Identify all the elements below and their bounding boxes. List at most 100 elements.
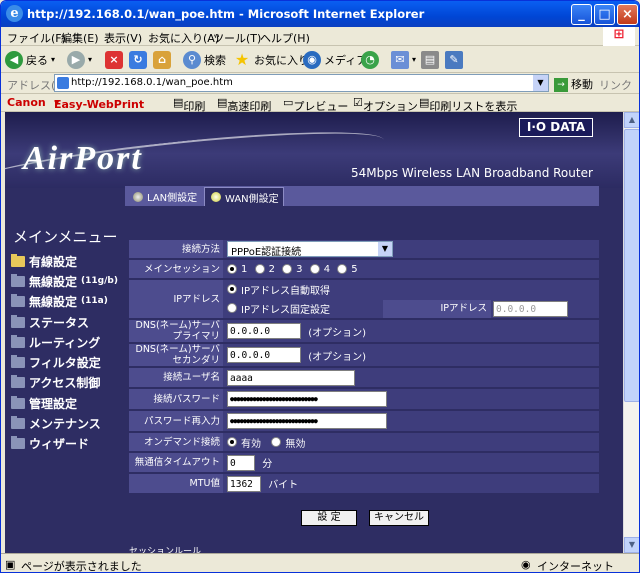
session-radio-3[interactable] (282, 264, 293, 274)
folder-icon (11, 354, 25, 368)
canon-print-list-button[interactable]: ▤ 印刷リストを表示 (419, 96, 517, 113)
username-input[interactable]: aaaa (227, 369, 355, 386)
scroll-down-icon[interactable]: ▼ (624, 537, 639, 553)
go-button[interactable]: → 移動 (554, 76, 593, 92)
page-status-icon: ▣ (5, 558, 16, 571)
password-input[interactable]: ●●●●●●●●●●●●●●●●●●●●●●●●●●● (227, 391, 387, 407)
favorites-button[interactable]: ★ お気に入り (233, 49, 309, 70)
menu-bar: ファイル(F) 編集(E) 表示(V) お気に入り(A) ツール(T) ヘルプ(… (1, 27, 639, 46)
canon-preview-button[interactable]: ▭ プレビュー (283, 96, 348, 113)
home-button[interactable]: ⌂ (153, 49, 171, 70)
menu-tools[interactable]: ツール(T) (213, 30, 261, 46)
nav-filter[interactable]: フィルタ設定 (11, 353, 101, 371)
router-subtitle: 54Mbps Wireless LAN Broadband Router (351, 166, 593, 180)
method-row: 接続方法 PPPoE認証接続 ▼ (129, 240, 599, 258)
tab-lan[interactable]: LAN側設定 (127, 187, 203, 206)
nav-admin[interactable]: 管理設定 (11, 394, 77, 412)
links-button[interactable]: リンク (599, 77, 632, 93)
ip-fixed-radio[interactable] (227, 303, 237, 313)
dns-secondary-input[interactable]: 0.0.0.0 (227, 347, 301, 363)
session-radio-1[interactable] (227, 264, 237, 274)
nav-wireless-11g[interactable]: 無線設定 (11g/b) (11, 272, 118, 290)
status-text: ページが表示されました (21, 560, 142, 573)
media-globe-icon: ◉ (303, 50, 321, 69)
folder-icon (11, 374, 25, 388)
main-menu: メインメニュー 有線設定 無線設定 (11g/b) 無線設定 (11a) ステータス… (5, 206, 125, 553)
nav-wired[interactable]: 有線設定 (11, 252, 77, 270)
browser-window: e http://192.168.0.1/wan_poe.htm - Micro… (0, 0, 640, 573)
nav-status[interactable]: ステータス (11, 313, 89, 331)
edit-button[interactable]: ✎ (445, 49, 463, 70)
mail-icon: ✉ (391, 50, 409, 69)
close-button[interactable]: × (617, 4, 638, 25)
refresh-icon: ↻ (129, 50, 147, 69)
nav-maintenance[interactable]: メンテナンス (11, 414, 101, 432)
address-bar: アドレス(D) http://192.168.0.1/wan_poe.htm ▼ … (1, 73, 639, 94)
session-radio-4[interactable] (309, 264, 320, 274)
back-button[interactable]: ◀ 戻る ▾ (5, 49, 55, 70)
tab-row: LAN側設定 WAN側設定 (125, 186, 599, 206)
menu-help[interactable]: ヘルプ(H) (260, 30, 310, 46)
maximize-button[interactable]: □ (594, 4, 615, 25)
folder-icon (11, 334, 25, 348)
airport-logo: AirPort (23, 140, 143, 177)
easy-webprint-menu[interactable]: Easy-WebPrint ▾ (54, 96, 144, 111)
stop-button[interactable]: × (105, 49, 123, 70)
dns1-row: DNS(ネーム)サーバ プライマリ 0.0.0.0 (オプション) (129, 320, 599, 342)
canon-fast-print-button[interactable]: ▤ 高速印刷 (217, 96, 271, 113)
password-confirm-row: パスワード再入力 ●●●●●●●●●●●●●●●●●●●●●●●●●●● (129, 411, 599, 431)
password-confirm-input[interactable]: ●●●●●●●●●●●●●●●●●●●●●●●●●●● (227, 413, 387, 429)
star-icon: ★ (234, 49, 250, 69)
canon-print-button[interactable]: ▤ 印刷 (173, 96, 205, 113)
tab-wan[interactable]: WAN側設定 (204, 187, 284, 206)
forward-button[interactable]: ▶ ▾ (67, 49, 92, 70)
search-button[interactable]: ⚲ 検索 (183, 49, 226, 70)
forward-arrow-icon: ▶ (67, 50, 85, 69)
ondemand-enable-radio[interactable] (227, 437, 237, 447)
menu-edit[interactable]: 編集(E) (61, 30, 99, 46)
ip-auto-radio[interactable] (227, 284, 237, 294)
session-radio-2[interactable] (254, 264, 265, 274)
menu-view[interactable]: 表示(V) (104, 30, 142, 46)
cancel-button[interactable]: キャンセル (369, 510, 429, 526)
mail-button[interactable]: ✉ ▾ (391, 49, 416, 70)
chevron-down-icon[interactable]: ▼ (533, 75, 548, 91)
address-input[interactable]: http://192.168.0.1/wan_poe.htm ▼ (54, 74, 549, 92)
media-button[interactable]: ◉ メディア (303, 49, 367, 70)
zone-text: インターネット (537, 560, 614, 573)
print-button[interactable]: ▤ (421, 49, 439, 70)
windows-logo-icon: ⊞ (603, 27, 635, 46)
nav-wizard[interactable]: ウィザード (11, 434, 89, 452)
menu-favorites[interactable]: お気に入り(A) (148, 30, 219, 46)
folder-icon (11, 253, 25, 267)
canon-options-button[interactable]: ☑ オプション (353, 96, 418, 113)
dns-primary-input[interactable]: 0.0.0.0 (227, 323, 301, 339)
scroll-thumb[interactable] (624, 129, 639, 402)
mtu-row: MTU値 1362 バイト (129, 474, 599, 493)
connection-method-select[interactable]: PPPoE認証接続 ▼ (227, 241, 393, 258)
minimize-button[interactable]: _ (571, 4, 592, 25)
folder-icon (11, 415, 25, 429)
nav-access-control[interactable]: アクセス制御 (11, 373, 100, 391)
scroll-up-icon[interactable]: ▲ (624, 112, 639, 128)
nav-routing[interactable]: ルーティング (11, 333, 100, 351)
refresh-button[interactable]: ↻ (129, 49, 147, 70)
history-button[interactable]: ◔ (361, 49, 379, 70)
ip-address-input[interactable]: 0.0.0.0 (493, 301, 568, 317)
ondemand-disable-radio[interactable] (271, 437, 282, 447)
submit-button[interactable]: 設 定 (301, 510, 357, 526)
nav-wireless-11a[interactable]: 無線設定 (11a) (11, 292, 108, 310)
internet-zone-icon: ◉ (521, 558, 531, 571)
orb-icon (133, 191, 143, 202)
page-content: AirPort I·O DATA 54Mbps Wireless LAN Bro… (5, 112, 623, 553)
vertical-scrollbar[interactable]: ▲ ▼ (623, 112, 639, 553)
mtu-input[interactable]: 1362 (227, 475, 261, 492)
user-row: 接続ユーザ名 aaaa (129, 368, 599, 387)
orb-icon (211, 192, 221, 202)
menu-file[interactable]: ファイル(F) (7, 30, 66, 46)
folder-icon (11, 273, 25, 287)
timeout-input[interactable]: 0 (227, 454, 255, 471)
toolbar: ◀ 戻る ▾ ▶ ▾ × ↻ ⌂ ⚲ 検索 ★ お気に入り ◉ メディア ◔ ✉ ▾ ▤ ✎ (1, 46, 639, 73)
ie-icon: e (6, 5, 23, 22)
session-radio-5[interactable] (337, 264, 348, 274)
